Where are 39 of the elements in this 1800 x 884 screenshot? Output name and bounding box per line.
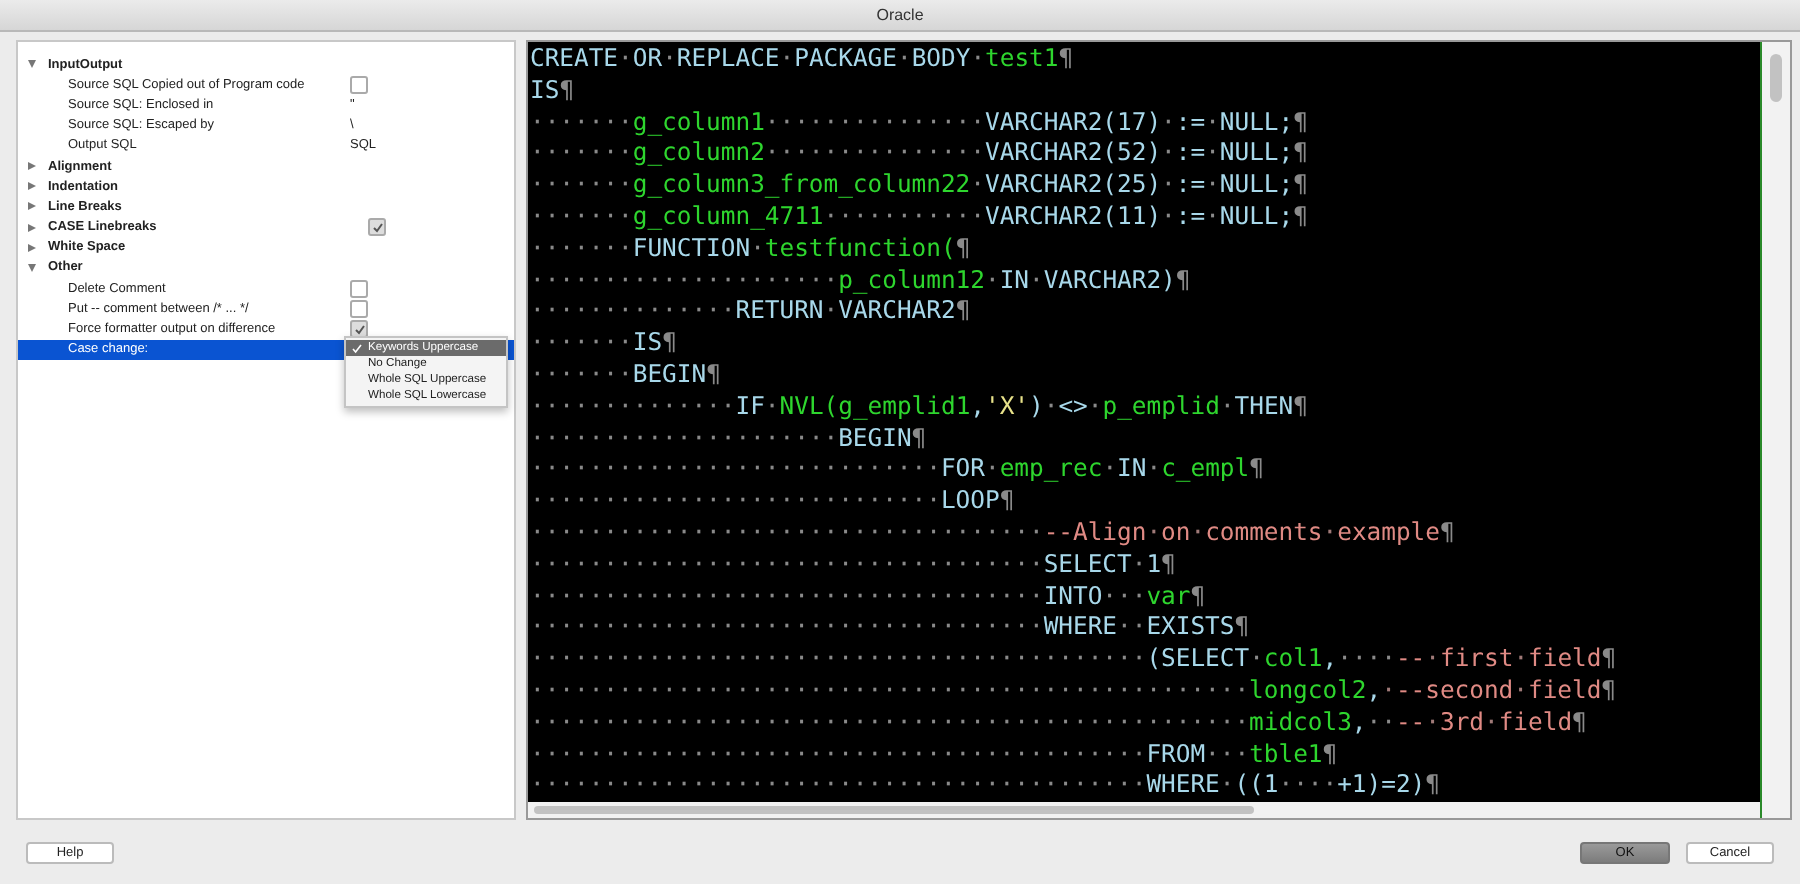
code-line: ····························LOOP¶: [530, 486, 1017, 518]
disclosure-triangle-icon[interactable]: [28, 223, 36, 232]
disclosure-triangle-icon[interactable]: [28, 202, 36, 211]
code-line: ··············IF·NVL(g_emplid1,'X')·<>·p_emplid·THEN¶: [530, 391, 1310, 424]
code-line: ·····················BEGIN¶: [530, 423, 929, 455]
code-line: ··········································WHERE·((1····+1)=2)¶: [530, 770, 1442, 803]
code-line: ·················································midcol3,··--·3rd·field¶: [530, 707, 1589, 740]
code-line: ·······IS¶: [530, 328, 679, 360]
disclosure-triangle-icon[interactable]: [28, 162, 36, 171]
code-line: ···································--Align·on·comments·example¶: [530, 517, 1457, 550]
code-line: ·······g_column_4711···········VARCHAR2(11)·:=·NULL;¶: [530, 201, 1310, 234]
checkbox[interactable]: [350, 279, 368, 298]
checkbox[interactable]: [350, 299, 368, 318]
code-line: CREATE·OR·REPLACE·PACKAGE·BODY·test1¶: [530, 44, 1076, 76]
code-line: ··········································FROM···tble1¶: [530, 739, 1340, 771]
code-line: ···································INTO···var¶: [530, 581, 1208, 613]
code-line: ·······g_column2···············VARCHAR2(52)·:=·NULL;¶: [530, 138, 1310, 171]
code-line: ·················································longcol2,·--second·field¶: [530, 675, 1619, 708]
code-line: ··········································(SELECT·col1,····--·first·field¶: [530, 644, 1619, 676]
code-line: ··············RETURN·VARCHAR2¶: [530, 296, 973, 329]
code-line: ···································SELECT·1¶: [530, 549, 1178, 582]
code-line: ·······g_column1···············VARCHAR2(17)·:=·NULL;¶: [530, 107, 1310, 139]
code-line: ·······BEGIN¶: [530, 359, 723, 392]
disclosure-triangle-icon[interactable]: [28, 60, 36, 69]
code-line: ·······FUNCTION·testfunction(¶: [530, 233, 973, 266]
code-line: ·····················p_column12·IN·VARCHAR2)¶: [530, 265, 1193, 297]
disclosure-triangle-icon[interactable]: [28, 263, 36, 272]
code-line: ···································WHERE··EXISTS¶: [530, 612, 1252, 645]
checkbox[interactable]: [350, 75, 368, 94]
code-line: ····························FOR·emp_rec·IN·c_empl¶: [530, 454, 1266, 487]
disclosure-triangle-icon[interactable]: [28, 182, 36, 191]
code-line: ·······g_column3_from_column22·VARCHAR2(25)·:=·NULL;¶: [530, 170, 1310, 202]
code-line: IS¶: [530, 75, 577, 108]
vertical-scrollbar[interactable]: [1760, 42, 1790, 818]
horizontal-scrollbar[interactable]: [528, 802, 1760, 818]
window-title: Oracle: [876, 6, 924, 24]
checkbox[interactable]: [368, 218, 386, 237]
check-icon: [352, 344, 362, 354]
disclosure-triangle-icon[interactable]: [28, 243, 36, 252]
